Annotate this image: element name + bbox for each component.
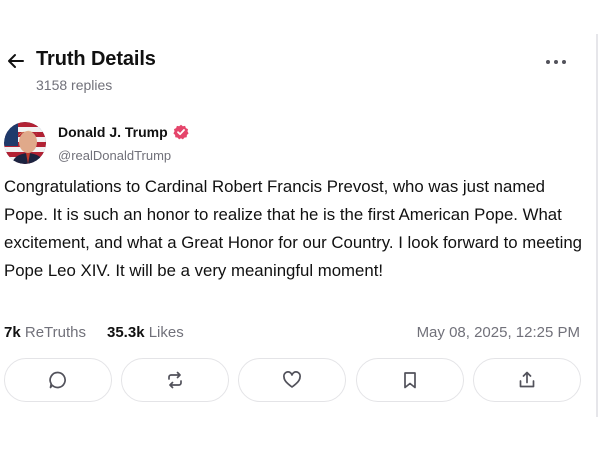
repost-icon [168, 371, 182, 389]
share-button[interactable] [473, 358, 581, 402]
page-header: Truth Details 3158 replies [0, 44, 596, 100]
post-text: Congratulations to Cardinal Robert Franc… [4, 177, 582, 280]
like-button[interactable] [238, 358, 346, 402]
bookmark-button[interactable] [356, 358, 464, 402]
action-bar [0, 358, 596, 404]
retruths-label: ReTruths [24, 324, 86, 341]
author-handle[interactable]: @realDonaldTrump [58, 148, 171, 163]
likes-stat[interactable]: 35.3k Likes [107, 324, 184, 341]
arrow-left-icon [8, 54, 24, 68]
retruths-stat[interactable]: 7k ReTruths [4, 324, 86, 341]
avatar[interactable] [4, 122, 46, 164]
heart-icon [283, 371, 301, 388]
verified-badge-icon [173, 124, 189, 140]
retruth-button[interactable] [121, 358, 229, 402]
author-name-row: Donald J. Trump [58, 124, 189, 140]
more-horizontal-icon [546, 60, 566, 64]
share-icon [519, 371, 535, 388]
page-title: Truth Details [36, 48, 156, 70]
comment-icon [49, 371, 66, 389]
back-button[interactable] [4, 49, 28, 73]
right-divider [596, 34, 598, 417]
more-options-button[interactable] [542, 52, 570, 72]
post-stats: 7k ReTruths 35.3k Likes May 08, 2025, 12… [0, 322, 596, 344]
retruths-count: 7k [4, 324, 21, 341]
post-timestamp: May 08, 2025, 12:25 PM [416, 324, 580, 341]
author-name[interactable]: Donald J. Trump [58, 124, 168, 140]
reply-count: 3158 replies [36, 77, 113, 93]
bookmark-icon [404, 372, 416, 389]
reply-button[interactable] [4, 358, 112, 402]
post-author: Donald J. Trump @realDonaldTrump [0, 120, 596, 168]
likes-label: Likes [148, 324, 184, 341]
likes-count: 35.3k [107, 324, 145, 341]
